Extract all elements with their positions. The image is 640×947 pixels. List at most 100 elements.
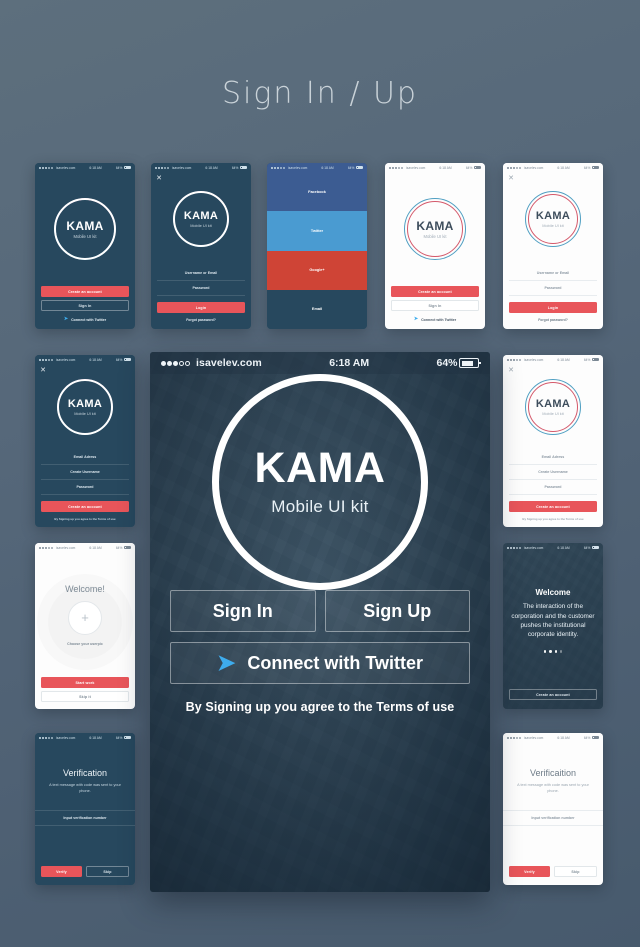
kama-logo-ring: KAMA Mobile UI kit <box>173 191 229 247</box>
logo-subtitle: Mobile UI kit <box>271 497 369 516</box>
facebook-button[interactable]: Facebook <box>267 172 367 212</box>
twitter-bird-icon: ➤ <box>63 316 69 322</box>
status-bar: isavelev.com 6:18 AM 64% <box>35 355 135 364</box>
skip-it-button[interactable]: Skip it <box>41 691 129 702</box>
battery-percent: 64% <box>436 357 458 369</box>
status-bar: isavelev.com 6:18 AM 64% <box>503 163 603 172</box>
logo-name: KAMA <box>67 398 103 410</box>
close-icon[interactable]: ✕ <box>508 175 514 182</box>
carrier-label: isavelev.com <box>524 357 544 362</box>
phone-dark-signup: isavelev.com 6:18 AM 64% ✕ KAMA Mobile U… <box>35 355 135 527</box>
sign-up-button[interactable]: Sign Up <box>324 590 470 632</box>
battery-icon <box>124 735 131 740</box>
verify-button[interactable]: Verify <box>509 866 550 877</box>
username-field[interactable]: Create Username <box>41 465 129 480</box>
create-account-button[interactable]: Create an account <box>391 286 479 297</box>
create-account-button[interactable]: Create an account <box>41 286 129 297</box>
battery-icon <box>124 165 131 170</box>
clock: 6:18 AM <box>557 357 570 362</box>
signal-indicator: isavelev.com <box>161 357 262 369</box>
battery-indicator: 64% <box>584 358 599 362</box>
verify-button[interactable]: Verify <box>41 866 82 877</box>
create-account-button[interactable]: Create an account <box>509 689 597 700</box>
login-button[interactable]: Login <box>509 302 597 313</box>
sign-in-button[interactable]: Sign In <box>391 300 479 311</box>
status-bar: isavelev.com 6:18 AM 64% <box>35 543 135 552</box>
page-title: Sign In / Up <box>222 76 418 111</box>
battery-icon <box>474 165 481 170</box>
battery-percent: 64% <box>583 735 591 740</box>
carrier-label: isavelev.com <box>524 165 544 170</box>
sign-in-button[interactable]: Sign In <box>170 590 316 632</box>
battery-icon <box>124 545 131 550</box>
twitter-bird-icon: ➤ <box>216 650 236 675</box>
username-field[interactable]: Username or Email <box>509 266 597 281</box>
signal-indicator: isavelev.com <box>507 358 543 362</box>
verification-code-input[interactable]: Input verification number <box>503 810 603 827</box>
email-field[interactable]: Email Adress <box>509 450 597 465</box>
kama-logo-ring: KAMA Mobile UI kit <box>57 379 113 435</box>
connect-twitter-button[interactable]: ➤ Connect with Twitter <box>41 317 129 322</box>
close-icon[interactable]: ✕ <box>40 367 46 374</box>
password-field[interactable]: Password <box>41 480 129 495</box>
userpic-picker-button[interactable]: + <box>68 600 102 635</box>
close-icon[interactable]: ✕ <box>156 175 162 182</box>
create-account-button[interactable]: Create an account <box>41 501 129 512</box>
kama-logo-ring: KAMA Mobile UI kit <box>404 198 466 260</box>
onboarding-body: The interaction of the corporation and t… <box>511 603 595 639</box>
battery-percent: 64% <box>583 357 591 362</box>
create-account-button[interactable]: Create an account <box>509 501 597 512</box>
password-field[interactable]: Password <box>157 281 245 296</box>
signal-indicator: isavelev.com <box>271 166 307 170</box>
login-button[interactable]: Login <box>157 302 245 313</box>
logo-name: KAMA <box>183 210 219 222</box>
logo-subtitle: Mobile UI kit <box>73 234 97 239</box>
carrier-label: isavelev.com <box>172 165 192 170</box>
battery-percent: 64% <box>347 165 355 170</box>
email-field[interactable]: Email Adress <box>41 450 129 465</box>
skip-button[interactable]: Skip <box>554 866 597 877</box>
phone-light-login: isavelev.com 6:18 AM 64% ✕ KAMA Mobile U… <box>503 163 603 329</box>
status-bar: isavelev.com 6:18 AM 64% <box>35 163 135 172</box>
verification-code-input[interactable]: Input verification number <box>35 810 135 827</box>
verification-body: A text message with code was sent to you… <box>49 783 121 793</box>
sign-in-button[interactable]: Sign In <box>41 300 129 311</box>
signal-indicator: isavelev.com <box>39 166 75 170</box>
terms-note: By Signing up you agree to the Terms of … <box>54 517 116 521</box>
logo-name: KAMA <box>254 444 386 492</box>
start-work-button[interactable]: Start work <box>41 677 129 688</box>
userpic-hint: Choose your userpic <box>67 641 103 646</box>
logo-subtitle: Mobile UI kit <box>74 411 96 416</box>
phone-light-signup: isavelev.com 6:18 AM 64% ✕ KAMA Mobile U… <box>503 355 603 527</box>
logo-name: KAMA <box>535 398 571 410</box>
forgot-password-link[interactable]: Forgot password? <box>157 318 245 322</box>
password-field[interactable]: Password <box>509 281 597 296</box>
phone-light-verification: isavelev.com 6:18 AM 64% Verificaition A… <box>503 733 603 885</box>
verification-title: Verificaition <box>529 768 577 778</box>
close-icon[interactable]: ✕ <box>508 367 514 374</box>
battery-percent: 64% <box>583 165 591 170</box>
phone-light-welcome: isavelev.com 6:18 AM 64% KAMA Mobile UI … <box>385 163 485 329</box>
skip-button[interactable]: Skip <box>86 866 129 877</box>
carrier-label: isavelev.com <box>56 545 76 550</box>
clock: 6:18 AM <box>557 735 570 740</box>
username-field[interactable]: Username or Email <box>157 266 245 281</box>
battery-indicator: 64% <box>436 357 481 369</box>
kama-logo-ring: KAMA Mobile UI kit <box>525 191 581 247</box>
forgot-password-link[interactable]: Forgot password? <box>509 318 597 322</box>
onboarding-dots[interactable] <box>543 650 563 653</box>
twitter-button[interactable]: Twitter <box>267 211 367 251</box>
connect-twitter-button[interactable]: ➤ Connect with Twitter <box>170 642 470 684</box>
signal-indicator: isavelev.com <box>39 546 75 550</box>
battery-percent: 64% <box>465 165 473 170</box>
clock: 6:18 AM <box>89 545 102 550</box>
username-field[interactable]: Create Username <box>509 465 597 480</box>
phone-social-login: isavelev.com 6:18 AM 64% Facebook Twitte… <box>267 163 367 329</box>
connect-twitter-button[interactable]: ➤ Connect with Twitter <box>391 317 479 322</box>
clock: 6:18 AM <box>89 735 102 740</box>
main-phone-mockup: isavelev.com 6:18 AM 64% KAMA Mobile UI … <box>150 352 490 892</box>
twitter-bird-icon: ➤ <box>413 316 419 322</box>
email-button[interactable]: Email <box>267 289 367 329</box>
password-field[interactable]: Password <box>509 480 597 495</box>
google-plus-button[interactable]: Google+ <box>267 250 367 290</box>
